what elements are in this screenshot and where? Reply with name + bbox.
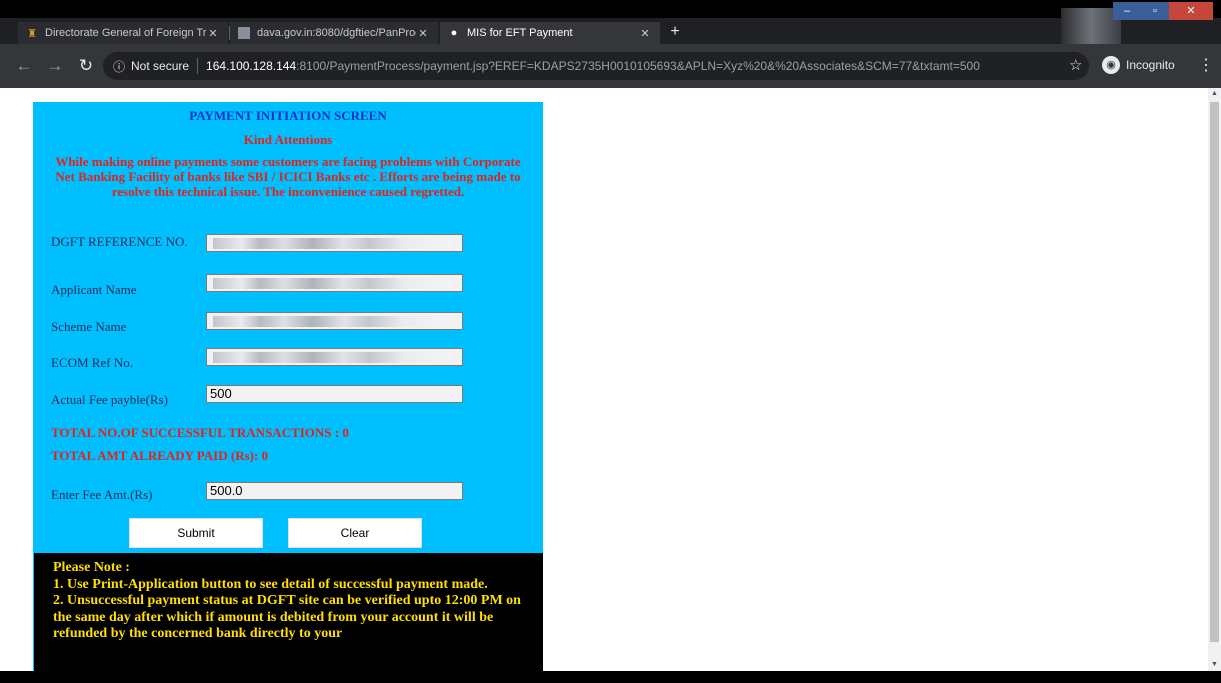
profile-image (1061, 8, 1121, 44)
globe-icon: ● (450, 27, 458, 39)
address-bar[interactable]: ⓘ Not secure 164.100.128.144:8100/Paymen… (103, 52, 1089, 80)
browser-toolbar: ← → ↻ ⓘ Not secure 164.100.128.144:8100/… (0, 44, 1221, 88)
title-bar (0, 0, 1221, 18)
redacted-value (213, 278, 450, 289)
address-divider (197, 58, 199, 74)
scroll-down-icon[interactable]: ▼ (1208, 659, 1221, 671)
forward-icon[interactable]: → (45, 56, 65, 76)
total-transactions: TOTAL NO.OF SUCCESSFUL TRANSACTIONS : 0 (51, 425, 349, 440)
emblem-icon: ♜ (27, 27, 37, 40)
redacted-value (213, 238, 450, 249)
scheme-name-label: Scheme Name (51, 319, 127, 334)
new-tab-button[interactable]: + (666, 23, 684, 41)
window-close-button[interactable]: ✕ (1169, 2, 1213, 20)
total-amount-paid: TOTAL AMT ALREADY PAID (Rs): 0 (51, 448, 269, 463)
enter-fee-label: Enter Fee Amt.(Rs) (51, 487, 153, 502)
url-host: 164.100.128.144 (206, 59, 297, 73)
redacted-value (213, 316, 450, 327)
redacted-value (213, 352, 450, 363)
tab-mis-eft[interactable]: ● MIS for EFT Payment ✕ (440, 22, 660, 44)
incognito-label: Incognito (1126, 58, 1175, 72)
close-icon[interactable]: ✕ (416, 27, 430, 40)
close-icon[interactable]: ✕ (638, 27, 652, 40)
maximize-button[interactable]: ▫ (1141, 2, 1169, 20)
tab-dava[interactable]: dava.gov.in:8080/dgftiec/PanProc ✕ (230, 22, 438, 44)
scheme-name-field[interactable] (206, 312, 463, 330)
incognito-indicator[interactable]: ◉ Incognito (1102, 56, 1175, 74)
payment-panel: PAYMENT INITIATION SCREEN Kind Attention… (33, 102, 543, 671)
bookmark-star-icon[interactable]: ☆ (1069, 56, 1082, 76)
security-status: Not secure (131, 59, 190, 73)
screen-bottom-edge (0, 671, 1221, 683)
attention-heading: Kind Attentions (243, 132, 333, 147)
tab-title: dava.gov.in:8080/dgftiec/PanProc (257, 27, 416, 39)
submit-button[interactable]: Submit (129, 518, 263, 548)
actual-fee-field[interactable]: 500 (206, 385, 463, 403)
url-path: :8100/PaymentProcess/payment.jsp?EREF=KD… (296, 59, 980, 73)
tab-title: Directorate General of Foreign Tr (45, 27, 206, 39)
ecom-ref-field[interactable] (206, 348, 463, 366)
tab-bar: ♜ Directorate General of Foreign Tr ✕ da… (0, 0, 1221, 44)
minimize-button[interactable]: – (1113, 2, 1141, 20)
applicant-name-label: Applicant Name (51, 282, 137, 297)
tab-dgft[interactable]: ♜ Directorate General of Foreign Tr ✕ (18, 22, 228, 44)
applicant-name-field[interactable] (206, 274, 463, 292)
back-icon[interactable]: ← (14, 56, 34, 76)
reload-icon[interactable]: ↻ (76, 56, 96, 76)
note-line-2: 2. Unsuccessful payment status at DGFT s… (53, 593, 521, 641)
enter-fee-input[interactable]: 500.0 (206, 482, 463, 500)
scroll-up-icon[interactable]: ▲ (1208, 88, 1221, 100)
window-controls: – ▫ ✕ (1113, 2, 1213, 20)
scrollbar-thumb[interactable] (1210, 102, 1219, 642)
attention-message: While making online payments some custom… (55, 154, 521, 199)
menu-icon[interactable]: ⋮ (1198, 56, 1214, 76)
info-icon[interactable]: ⓘ (113, 58, 125, 75)
page-icon (238, 27, 250, 39)
page-title: PAYMENT INITIATION SCREEN (189, 108, 387, 123)
dgft-ref-field[interactable] (206, 234, 463, 252)
note-heading: Please Note : (53, 560, 130, 575)
actual-fee-label: Actual Fee payble(Rs) (51, 392, 168, 407)
tab-title: MIS for EFT Payment (467, 27, 573, 39)
page-viewport: PAYMENT INITIATION SCREEN Kind Attention… (0, 88, 1208, 671)
vertical-scrollbar[interactable]: ▲ ▼ (1208, 88, 1221, 671)
please-note-box: Please Note : 1. Use Print-Application b… (33, 553, 543, 671)
incognito-icon: ◉ (1102, 56, 1120, 74)
close-icon[interactable]: ✕ (206, 27, 220, 40)
clear-button[interactable]: Clear (288, 518, 422, 548)
ecom-ref-label: ECOM Ref No. (51, 355, 133, 370)
note-line-1: 1. Use Print-Application button to see d… (53, 576, 488, 592)
dgft-ref-label: DGFT REFERENCE NO. (51, 234, 188, 249)
